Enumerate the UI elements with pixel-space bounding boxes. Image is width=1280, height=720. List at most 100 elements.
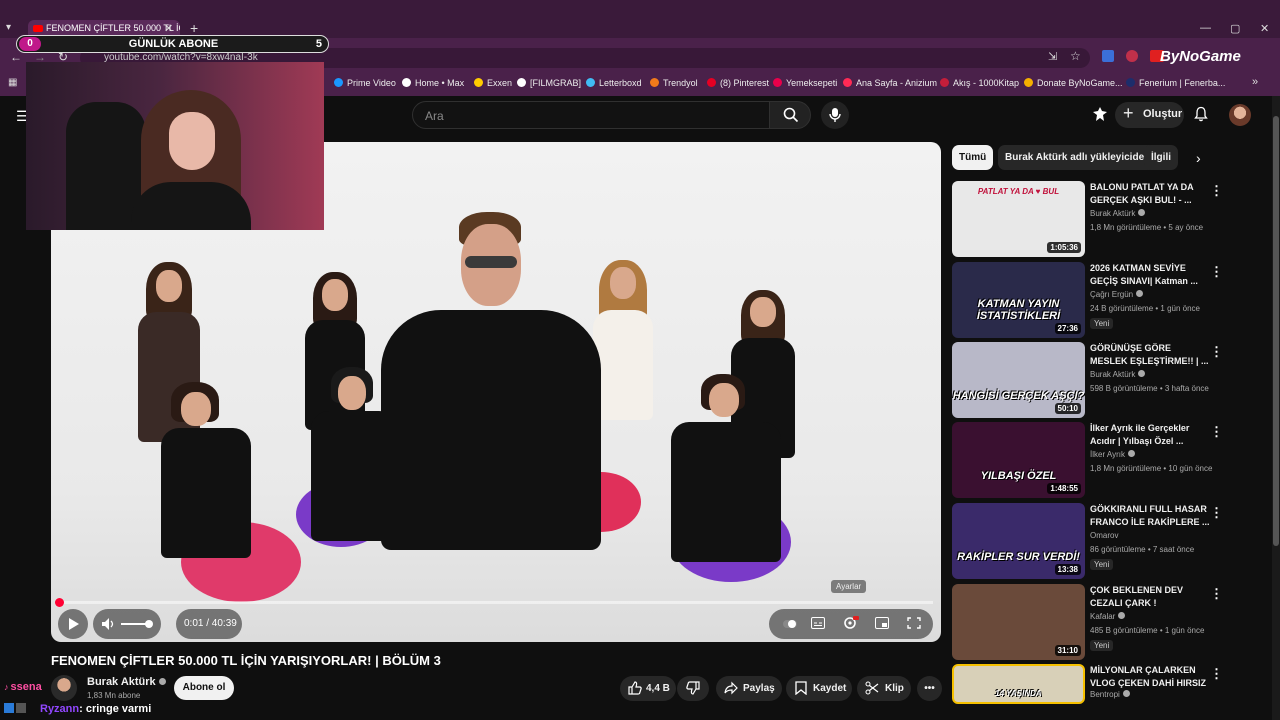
premium-puzzle-icon[interactable] bbox=[1092, 106, 1108, 122]
more-options-icon[interactable]: ⋮ bbox=[1210, 424, 1223, 440]
channel-label: Bentropi bbox=[1090, 690, 1120, 699]
subscribe-button[interactable]: Abone ol bbox=[174, 676, 234, 700]
more-options-icon[interactable]: ⋮ bbox=[1210, 183, 1223, 199]
bookmark-item[interactable]: Trendyol bbox=[650, 78, 698, 88]
more-options-icon[interactable]: ⋮ bbox=[1210, 666, 1223, 682]
more-options-icon[interactable]: ⋮ bbox=[1210, 344, 1223, 360]
install-app-icon[interactable]: ⇲ bbox=[1048, 50, 1057, 63]
maximize-icon[interactable]: ▢ bbox=[1230, 22, 1240, 35]
more-options-icon[interactable]: ⋮ bbox=[1210, 586, 1223, 602]
recommendation-channel[interactable]: Omarov bbox=[1090, 531, 1118, 540]
bookmark-item[interactable]: Donate ByNoGame... bbox=[1024, 78, 1123, 88]
play-button[interactable] bbox=[58, 609, 88, 639]
bookmark-favicon-icon bbox=[1126, 78, 1135, 87]
chip-all[interactable]: Tümü bbox=[952, 145, 994, 170]
recommendation-thumbnail[interactable]: KATMAN YAYIN İSTATİSTİKLERİ 27:36 bbox=[952, 262, 1085, 338]
subtitles-icon[interactable] bbox=[811, 617, 825, 629]
share-icon bbox=[724, 681, 738, 695]
recommendation-item[interactable]: HANGİSİ GERÇEK AŞÇI? 50:10 GÖRÜNÜŞE GÖRE M… bbox=[952, 342, 1262, 418]
account-avatar[interactable] bbox=[1229, 104, 1251, 126]
chip-from-uploader[interactable]: Burak Aktürk adlı yükleyiciden bbox=[998, 145, 1158, 170]
bookmark-item[interactable]: Yemeksepeti bbox=[773, 78, 837, 88]
chat-message: ♪ ssena bbox=[0, 681, 42, 693]
like-button[interactable]: 4,4 B bbox=[620, 676, 676, 701]
more-actions-button[interactable]: ••• bbox=[917, 676, 942, 701]
recommendation-item[interactable]: PATLAT YA DA ♥ BUL 1:05:36 BALONU PATLAT Y… bbox=[952, 181, 1262, 257]
recommendation-channel[interactable]: Çağrı Ergün bbox=[1090, 290, 1144, 299]
recommendation-channel[interactable]: İlker Ayrık bbox=[1090, 450, 1135, 459]
more-options-icon[interactable]: ⋮ bbox=[1210, 264, 1223, 280]
minimize-icon[interactable]: — bbox=[1200, 22, 1211, 34]
recommendation-item[interactable]: RAKİPLER SUR VERDİ! 13:38 GÖKKIRANLI FULL … bbox=[952, 503, 1262, 579]
recommendation-meta: 1,8 Mn görüntüleme • 5 ay önce bbox=[1090, 223, 1204, 232]
extension-icon[interactable] bbox=[1126, 50, 1138, 62]
page-scrollbar[interactable] bbox=[1272, 96, 1280, 720]
bookmark-item[interactable]: Fenerium | Fenerba... bbox=[1126, 78, 1225, 88]
bookmark-item[interactable]: (8) Pinterest bbox=[707, 78, 769, 88]
recommendation-item[interactable]: KATMAN YAYIN İSTATİSTİKLERİ 27:36 2026 KAT… bbox=[952, 262, 1262, 338]
recommendation-title[interactable]: MİLYONLAR ÇALARKEN VLOG ÇEKEN DAHİ HIRSI… bbox=[1090, 664, 1210, 690]
recommendation-thumbnail[interactable]: 14 YAŞINDA bbox=[952, 664, 1085, 704]
bookmark-label: Akış - 1000Kitap bbox=[953, 78, 1020, 88]
thumbs-up-icon bbox=[628, 681, 642, 695]
recommendation-thumbnail[interactable]: HANGİSİ GERÇEK AŞÇI? 50:10 bbox=[952, 342, 1085, 418]
tab-search-icon[interactable]: ▾ bbox=[6, 22, 11, 33]
bookmark-item[interactable]: [FILMGRAB] bbox=[517, 78, 581, 88]
more-bookmarks-icon[interactable]: » bbox=[1252, 76, 1258, 88]
bookmark-item[interactable]: Exxen bbox=[474, 78, 512, 88]
time-label: 0:01 / 40:39 bbox=[184, 618, 237, 629]
new-tab-icon[interactable]: + bbox=[190, 20, 198, 36]
voice-search-button[interactable] bbox=[821, 101, 849, 129]
settings-gear-icon[interactable] bbox=[843, 616, 859, 630]
search-input[interactable]: Ara bbox=[412, 101, 770, 129]
bookmark-item[interactable]: Akış - 1000Kitap bbox=[940, 78, 1019, 88]
share-label: Paylaş bbox=[743, 683, 775, 694]
dislike-button[interactable] bbox=[677, 676, 709, 701]
search-button[interactable] bbox=[769, 101, 811, 129]
chip-related[interactable]: İlgili bbox=[1144, 145, 1178, 170]
recommendation-thumbnail[interactable]: PATLAT YA DA ♥ BUL 1:05:36 bbox=[952, 181, 1085, 257]
bookmark-item[interactable]: Ana Sayfa - Anizium bbox=[843, 78, 937, 88]
bookmark-star-icon[interactable]: ☆ bbox=[1070, 49, 1081, 63]
progress-bar[interactable] bbox=[59, 601, 933, 604]
tab-close-icon[interactable]: ✕ bbox=[164, 22, 173, 35]
apps-grid-icon[interactable]: ▦ bbox=[8, 77, 17, 88]
clip-button[interactable]: Klip bbox=[857, 676, 911, 701]
volume-knob[interactable] bbox=[145, 620, 153, 628]
recommendation-item[interactable]: 14 YAŞINDA MİLYONLAR ÇALARKEN VLOG ÇEKEN … bbox=[952, 664, 1262, 704]
chevron-right-icon[interactable]: › bbox=[1196, 150, 1201, 166]
recommendation-item[interactable]: YILBAŞI ÖZEL 1:48:55 İlker Ayrık ile Gerçe… bbox=[952, 422, 1262, 498]
window-close-icon[interactable]: ✕ bbox=[1260, 22, 1269, 35]
recommendation-item[interactable]: 31:10 ÇOK BEKLENEN DEV CEZALI ÇARK ! Kafal… bbox=[952, 584, 1262, 660]
notifications-bell-icon[interactable] bbox=[1193, 106, 1209, 122]
save-button[interactable]: Kaydet bbox=[786, 676, 852, 701]
create-button[interactable]: + Oluştur bbox=[1115, 102, 1184, 128]
fullscreen-icon[interactable] bbox=[907, 617, 921, 629]
recommendation-thumbnail[interactable]: 31:10 bbox=[952, 584, 1085, 660]
more-options-icon[interactable]: ⋮ bbox=[1210, 505, 1223, 521]
channel-avatar[interactable] bbox=[51, 675, 77, 701]
recommendation-title[interactable]: GÖKKIRANLI FULL HASAR FRANCO İLE RAKİPLE… bbox=[1090, 503, 1210, 529]
autoplay-toggle-icon[interactable] bbox=[783, 618, 797, 630]
recommendation-channel[interactable]: Bentropi bbox=[1090, 690, 1130, 699]
recommendation-channel[interactable]: Kafalar bbox=[1090, 612, 1126, 621]
miniplayer-icon[interactable] bbox=[875, 617, 889, 629]
bookmark-label: Letterboxd bbox=[599, 78, 642, 88]
recommendation-thumbnail[interactable]: YILBAŞI ÖZEL 1:48:55 bbox=[952, 422, 1085, 498]
bookmark-item[interactable]: Letterboxd bbox=[586, 78, 642, 88]
translate-extension-icon[interactable] bbox=[1102, 50, 1114, 62]
recommendation-title[interactable]: ÇOK BEKLENEN DEV CEZALI ÇARK ! bbox=[1090, 584, 1210, 610]
recommendation-channel[interactable]: Burak Aktürk bbox=[1090, 209, 1146, 218]
bookmark-item[interactable]: Home • Max bbox=[402, 78, 464, 88]
recommendation-channel[interactable]: Burak Aktürk bbox=[1090, 370, 1146, 379]
bookmark-item[interactable]: Prime Video bbox=[334, 78, 396, 88]
progress-scrubber[interactable] bbox=[55, 598, 64, 607]
channel-name[interactable]: Burak Aktürk bbox=[87, 676, 166, 688]
recommendation-title[interactable]: 2026 KATMAN SEVİYE GEÇİŞ SINAVI| Katman … bbox=[1090, 262, 1210, 288]
recommendation-title[interactable]: İlker Ayrık ile Gerçekler Acıdır | Yılba… bbox=[1090, 422, 1210, 448]
recommendation-title[interactable]: GÖRÜNÜŞE GÖRE MESLEK EŞLEŞTİRME!! | ... bbox=[1090, 342, 1210, 368]
recommendation-thumbnail[interactable]: RAKİPLER SUR VERDİ! 13:38 bbox=[952, 503, 1085, 579]
share-button[interactable]: Paylaş bbox=[716, 676, 782, 701]
volume-control[interactable] bbox=[93, 609, 161, 639]
recommendation-title[interactable]: BALONU PATLAT YA DA GERÇEK AŞKI BUL! - .… bbox=[1090, 181, 1210, 207]
